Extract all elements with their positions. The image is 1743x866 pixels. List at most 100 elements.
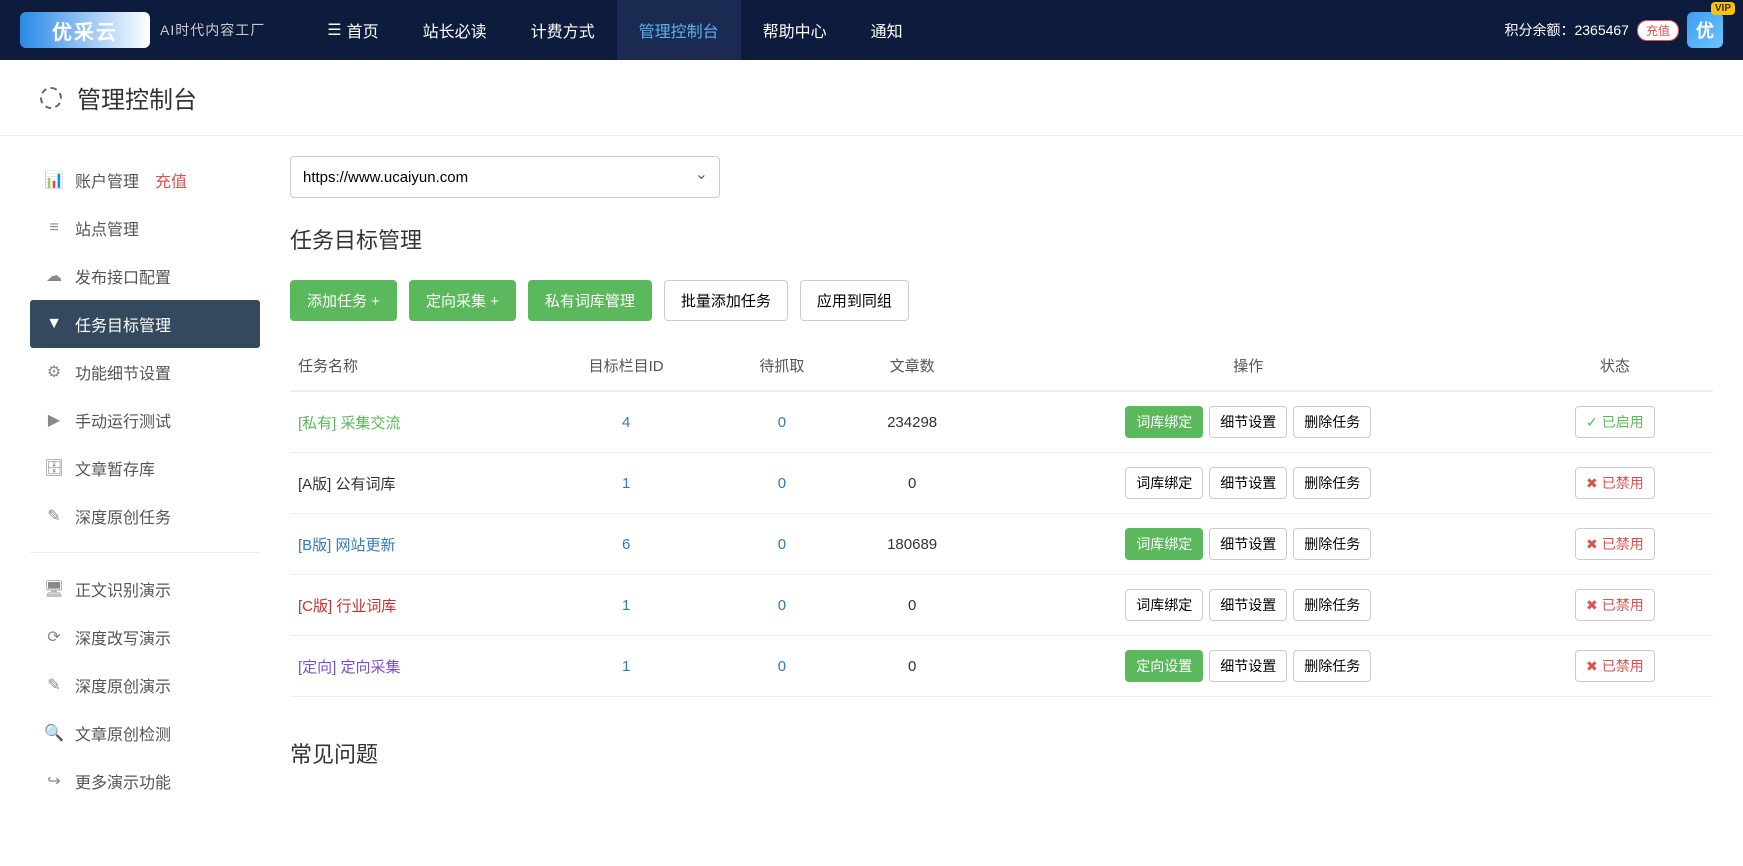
cell-articles: 0 bbox=[844, 575, 979, 636]
private-lib-button[interactable]: 私有词库管理 bbox=[528, 280, 652, 321]
cell-col_id: 1 bbox=[533, 636, 720, 697]
sidebar-item-手动运行测试[interactable]: ▶ 手动运行测试 bbox=[30, 396, 260, 444]
sidebar-item-label: 手动运行测试 bbox=[75, 408, 171, 432]
status-badge[interactable]: ✓ 已启用 bbox=[1575, 406, 1655, 438]
x-icon: ✖ bbox=[1586, 475, 1598, 492]
status-badge[interactable]: ✖ 已禁用 bbox=[1575, 589, 1655, 621]
main-content: https://www.ucaiyun.com 任务目标管理 添加任务 + 定向… bbox=[290, 156, 1713, 805]
targeted-collect-button[interactable]: 定向采集 + bbox=[409, 280, 516, 321]
task-name-link[interactable]: [定向] 定向采集 bbox=[298, 659, 401, 676]
nav-item-计费方式[interactable]: 计费方式 bbox=[509, 0, 617, 60]
section-title: 任务目标管理 bbox=[290, 223, 1713, 255]
nav-item-站长必读[interactable]: 站长必读 bbox=[401, 0, 509, 60]
table-row: [B版] 网站更新60180689词库绑定细节设置删除任务✖ 已禁用 bbox=[290, 514, 1713, 575]
bind-button[interactable]: 词库绑定 bbox=[1125, 528, 1203, 560]
share-icon: ↪ bbox=[45, 771, 63, 791]
database-icon: 🗄 bbox=[45, 458, 63, 478]
task-name-link[interactable]: [B版] 网站更新 bbox=[298, 537, 396, 554]
status-badge[interactable]: ✖ 已禁用 bbox=[1575, 528, 1655, 560]
recharge-link[interactable]: 充值 bbox=[155, 168, 187, 192]
recharge-button[interactable]: 充值 bbox=[1637, 20, 1679, 41]
bind-button[interactable]: 词库绑定 bbox=[1125, 406, 1203, 438]
refresh-icon: ⟳ bbox=[45, 627, 63, 647]
sidebar-item-站点管理[interactable]: ≡ 站点管理 bbox=[30, 204, 260, 252]
logo[interactable]: 优采云 AI时代内容工厂 bbox=[20, 12, 265, 48]
table-row: [C版] 行业词库100词库绑定细节设置删除任务✖ 已禁用 bbox=[290, 575, 1713, 636]
sidebar-item-任务目标管理[interactable]: ▼任务目标管理 bbox=[30, 300, 260, 348]
nav-item-首页[interactable]: ☰首页 bbox=[305, 0, 400, 60]
faq-title: 常见问题 bbox=[290, 737, 1713, 769]
sidebar-item-发布接口配置[interactable]: ☁发布接口配置 bbox=[30, 252, 260, 300]
sidebar-item-label: 文章暂存库 bbox=[75, 456, 155, 480]
search-icon: 🔍 bbox=[45, 723, 63, 743]
nav-label: 通知 bbox=[871, 18, 903, 42]
avatar[interactable]: 优 VIP bbox=[1687, 12, 1723, 48]
play-icon: ▶ bbox=[45, 410, 63, 430]
gear-icon bbox=[40, 87, 62, 109]
apply-group-button[interactable]: 应用到同组 bbox=[800, 280, 909, 321]
sidebar-item-功能细节设置[interactable]: ⚙功能细节设置 bbox=[30, 348, 260, 396]
task-name-link[interactable]: [A版] 公有词库 bbox=[298, 476, 396, 493]
points-label: 积分余额：2365467 bbox=[1504, 20, 1629, 40]
nav-item-帮助中心[interactable]: 帮助中心 bbox=[741, 0, 849, 60]
sidebar-item-label: 深度原创演示 bbox=[75, 673, 171, 697]
detail-button[interactable]: 细节设置 bbox=[1209, 589, 1287, 621]
task-name-link[interactable]: [C版] 行业词库 bbox=[298, 598, 396, 615]
add-task-button[interactable]: 添加任务 + bbox=[290, 280, 397, 321]
del-button[interactable]: 删除任务 bbox=[1293, 406, 1371, 438]
sidebar-item-更多演示功能[interactable]: ↪更多演示功能 bbox=[30, 757, 260, 805]
detail-button[interactable]: 细节设置 bbox=[1209, 650, 1287, 682]
cell-articles: 234298 bbox=[844, 391, 979, 453]
status-badge[interactable]: ✖ 已禁用 bbox=[1575, 467, 1655, 499]
sidebar-item-label: 站点管理 bbox=[75, 216, 139, 240]
task-name-link[interactable]: [私有] 采集交流 bbox=[298, 415, 401, 432]
sidebar-item-正文识别演示[interactable]: 🖥正文识别演示 bbox=[30, 565, 260, 613]
sidebar-item-文章暂存库[interactable]: 🗄 文章暂存库 bbox=[30, 444, 260, 492]
nav-item-通知[interactable]: 通知 bbox=[849, 0, 925, 60]
sidebar-item-文章原创检测[interactable]: 🔍文章原创检测 bbox=[30, 709, 260, 757]
logo-image: 优采云 bbox=[20, 12, 150, 48]
logo-tagline: AI时代内容工厂 bbox=[160, 20, 265, 40]
vip-badge: VIP bbox=[1711, 2, 1735, 15]
detail-button[interactable]: 细节设置 bbox=[1209, 406, 1287, 438]
x-icon: ✖ bbox=[1586, 536, 1598, 553]
bind-button[interactable]: 词库绑定 bbox=[1125, 467, 1203, 499]
detail-button[interactable]: 细节设置 bbox=[1209, 467, 1287, 499]
col-header: 任务名称 bbox=[290, 341, 533, 391]
sidebar-item-账户管理[interactable]: 📊账户管理充值 bbox=[30, 156, 260, 204]
cell-pending: 0 bbox=[719, 453, 844, 514]
cell-col_id: 1 bbox=[533, 453, 720, 514]
avatar-text: 优 bbox=[1696, 17, 1714, 43]
sidebar-item-深度原创演示[interactable]: ✎深度原创演示 bbox=[30, 661, 260, 709]
cell-pending: 0 bbox=[719, 575, 844, 636]
sidebar-item-label: 深度原创任务 bbox=[75, 504, 171, 528]
list-icon: ≡ bbox=[45, 219, 63, 237]
cell-articles: 0 bbox=[844, 636, 979, 697]
check-icon: ✓ bbox=[1586, 414, 1598, 431]
nav-item-管理控制台[interactable]: 管理控制台 bbox=[617, 0, 741, 60]
page-title: 管理控制台 bbox=[77, 80, 197, 115]
del-button[interactable]: 删除任务 bbox=[1293, 528, 1371, 560]
nav-right: 积分余额：2365467 充值 优 VIP bbox=[1504, 12, 1723, 48]
cell-articles: 0 bbox=[844, 453, 979, 514]
cell-pending: 0 bbox=[719, 636, 844, 697]
table-row: [私有] 采集交流40234298词库绑定细节设置删除任务✓ 已启用 bbox=[290, 391, 1713, 453]
sidebar-item-label: 深度改写演示 bbox=[75, 625, 171, 649]
del-button[interactable]: 删除任务 bbox=[1293, 650, 1371, 682]
action-bar: 添加任务 + 定向采集 + 私有词库管理 批量添加任务 应用到同组 bbox=[290, 280, 1713, 321]
detail-button[interactable]: 细节设置 bbox=[1209, 528, 1287, 560]
task-table: 任务名称目标栏目ID待抓取文章数操作状态 [私有] 采集交流40234298词库… bbox=[290, 341, 1713, 697]
status-badge[interactable]: ✖ 已禁用 bbox=[1575, 650, 1655, 682]
target_set-button[interactable]: 定向设置 bbox=[1125, 650, 1203, 682]
sidebar-item-label: 功能细节设置 bbox=[75, 360, 171, 384]
sidebar-item-深度改写演示[interactable]: ⟳ 深度改写演示 bbox=[30, 613, 260, 661]
sidebar: 📊账户管理充值 ≡ 站点管理 ☁发布接口配置▼任务目标管理⚙功能细节设置 ▶ 手动运行测试… bbox=[30, 156, 260, 805]
nav-label: 帮助中心 bbox=[763, 18, 827, 42]
sidebar-item-深度原创任务[interactable]: ✎深度原创任务 bbox=[30, 492, 260, 540]
cell-articles: 180689 bbox=[844, 514, 979, 575]
del-button[interactable]: 删除任务 bbox=[1293, 467, 1371, 499]
bulk-add-button[interactable]: 批量添加任务 bbox=[664, 280, 788, 321]
bind-button[interactable]: 词库绑定 bbox=[1125, 589, 1203, 621]
site-select[interactable]: https://www.ucaiyun.com bbox=[290, 156, 720, 198]
del-button[interactable]: 删除任务 bbox=[1293, 589, 1371, 621]
